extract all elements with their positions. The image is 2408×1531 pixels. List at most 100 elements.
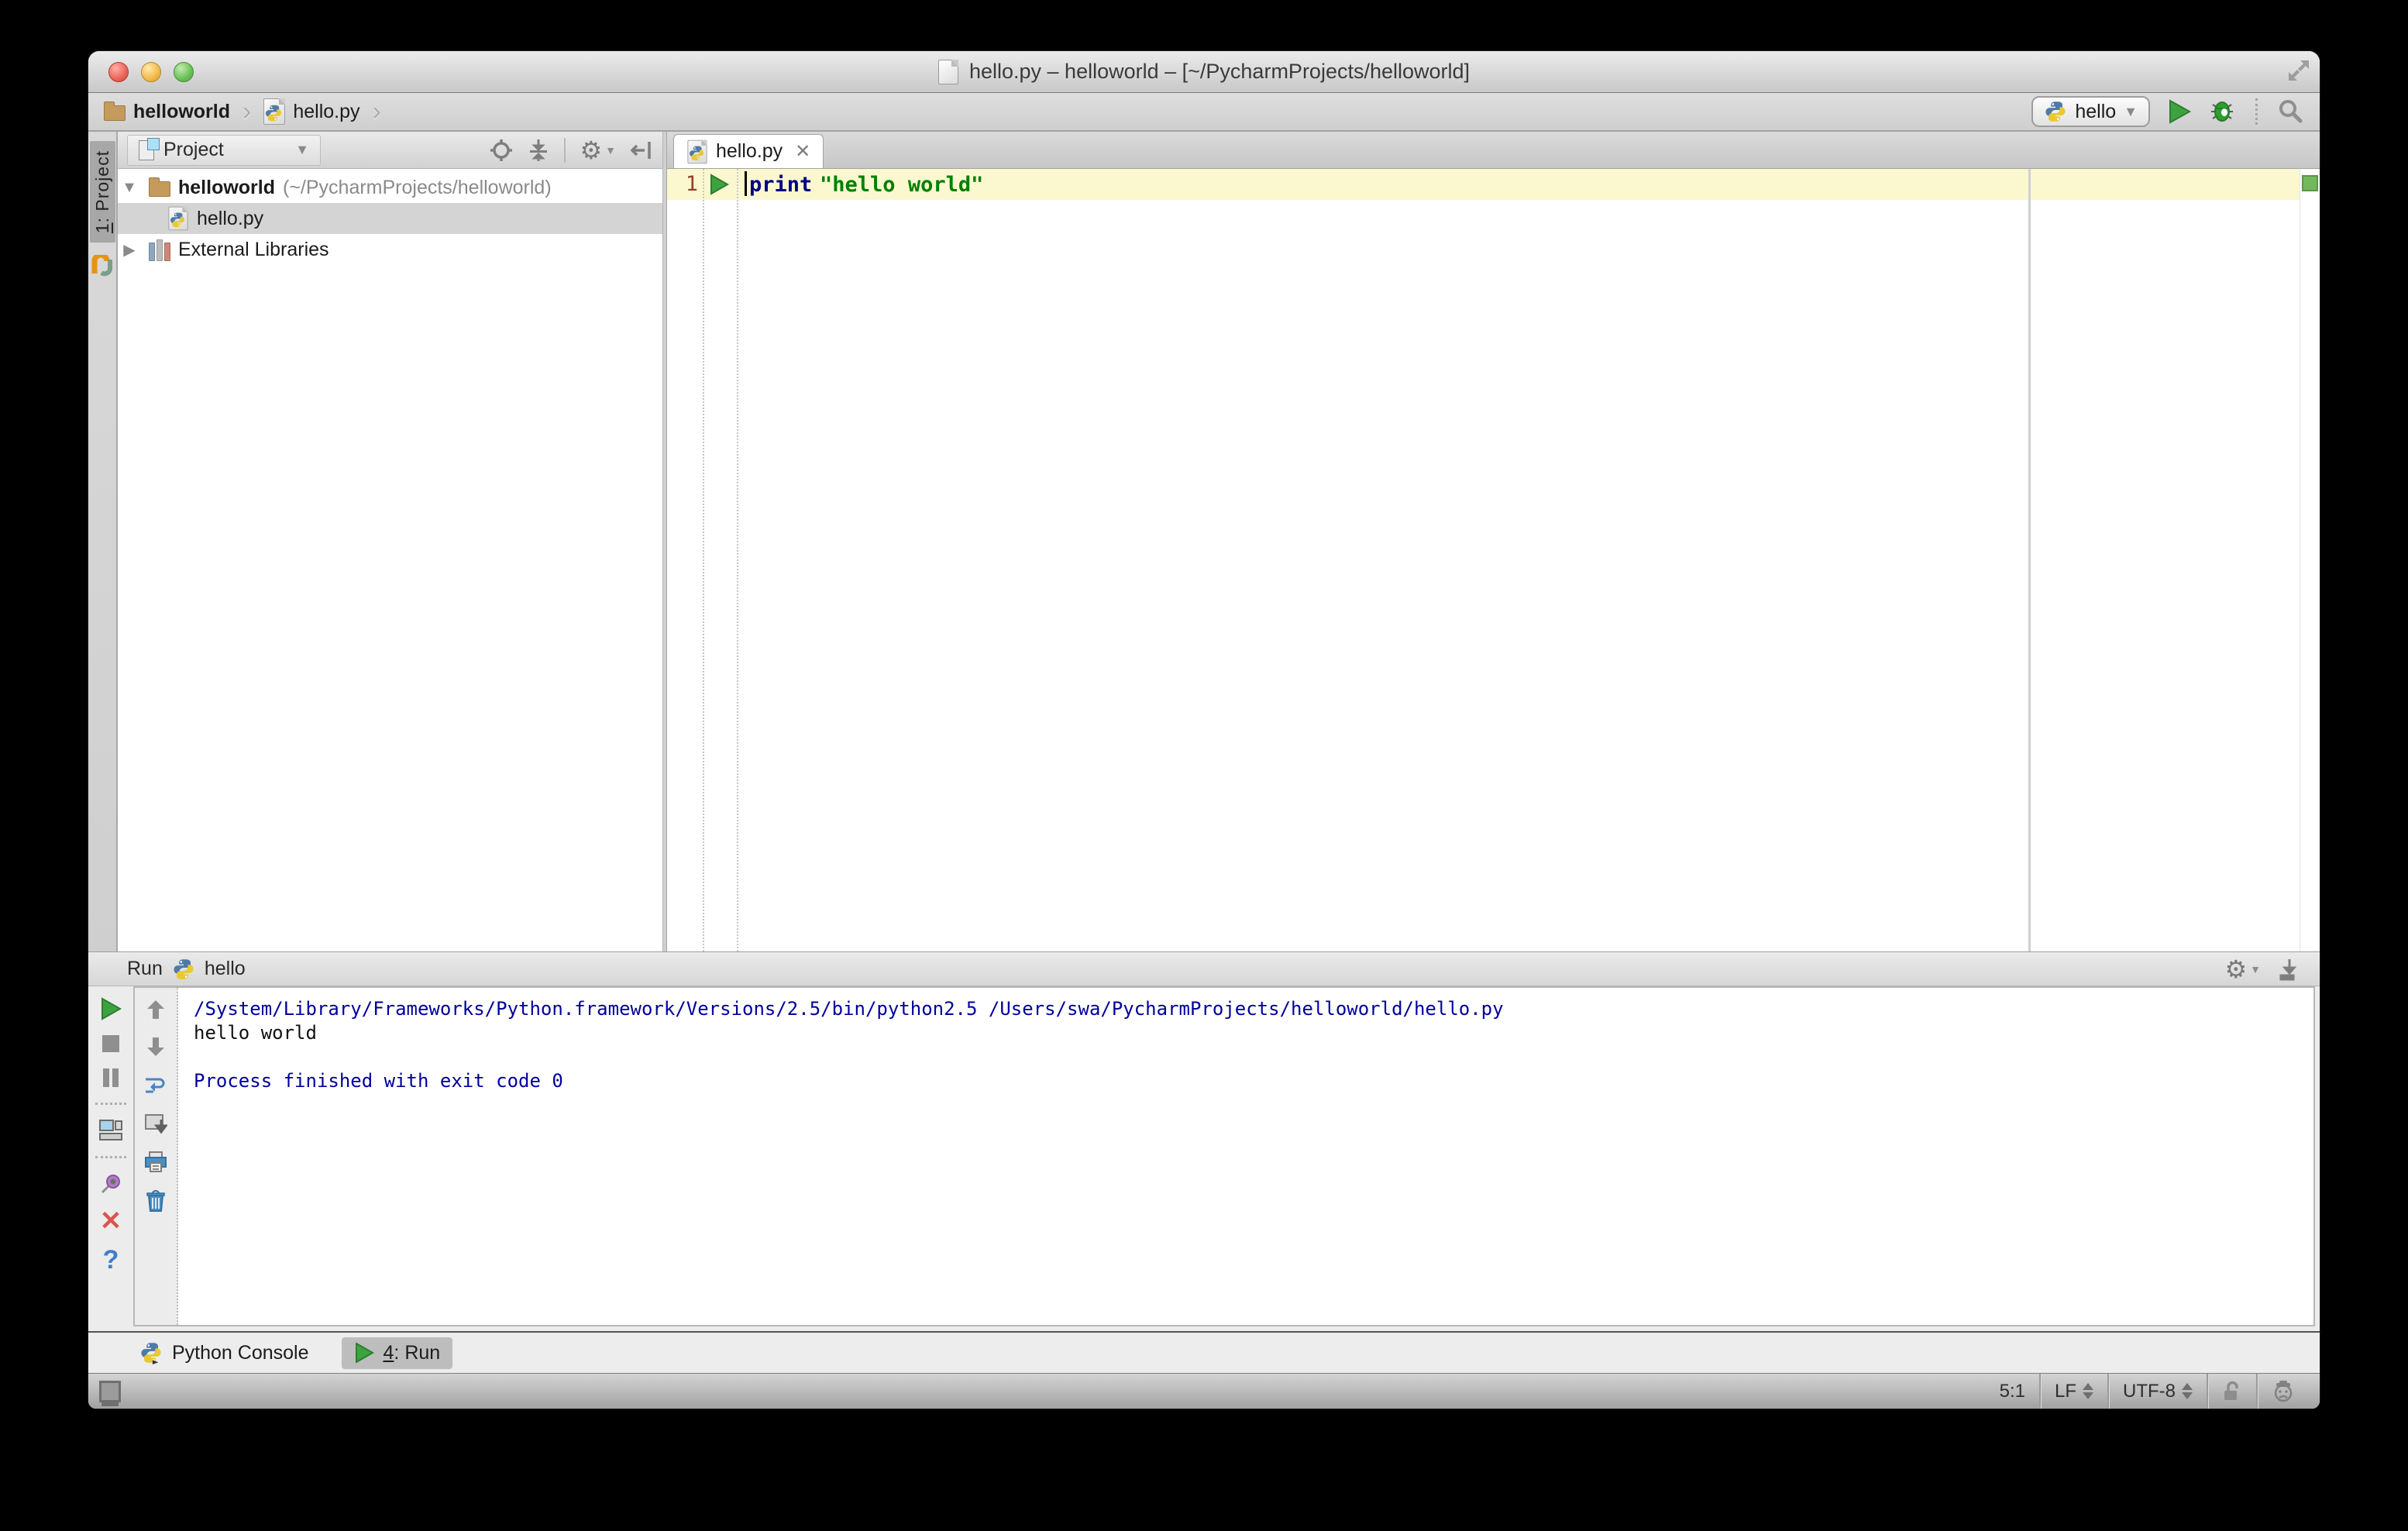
dock-pin-icon[interactable] — [2278, 958, 2301, 981]
tree-libraries-label: External Libraries — [178, 238, 329, 260]
console-frame: /System/Library/Frameworks/Python.framew… — [133, 986, 2315, 1326]
settings-gear-icon[interactable]: ⚙ ▼ — [580, 138, 616, 163]
navigation-bar: helloworld › hello.py › hello ▼ — [88, 93, 2320, 132]
zoom-window-button[interactable] — [174, 62, 194, 82]
python-console-button[interactable]: Python Console — [127, 1337, 322, 1369]
desktop: hello.py – helloworld – [~/PycharmProjec… — [0, 0, 2408, 1531]
project-view-label: Project — [163, 139, 224, 160]
toolbar-separator — [564, 137, 566, 163]
hector-inspections-icon[interactable] — [2256, 1374, 2309, 1409]
help-button[interactable]: ? — [103, 1247, 119, 1273]
close-panel-button[interactable]: ✕ — [100, 1208, 122, 1234]
scroll-to-end-button[interactable] — [144, 1112, 167, 1135]
locate-file-icon[interactable] — [490, 139, 513, 162]
caret-position[interactable]: 5:1 — [1986, 1374, 2039, 1409]
prev-trace-button[interactable] — [146, 999, 166, 1020]
editor-area: hello.py ✕ 1 print "hello world" — [667, 132, 2320, 951]
search-icon[interactable] — [2276, 98, 2304, 126]
run-configuration-select[interactable]: hello ▼ — [2031, 96, 2150, 127]
run-panel-title: Run — [127, 958, 163, 979]
settings-gear-icon[interactable]: ⚙ ▼ — [2224, 957, 2261, 982]
error-stripe[interactable] — [2300, 169, 2320, 951]
tree-root-name: helloworld — [178, 176, 275, 198]
rerun-button[interactable] — [99, 997, 122, 1020]
pause-output-button[interactable] — [101, 1067, 121, 1089]
project-tree: ▼ helloworld (~/PycharmProjects/hellowor… — [118, 169, 662, 951]
chevron-down-icon: ▼ — [2124, 103, 2138, 119]
run-panel-config-name: hello — [204, 958, 246, 979]
lock-icon[interactable] — [2207, 1374, 2256, 1409]
hide-panel-icon[interactable] — [630, 139, 653, 162]
tree-row-file-selected[interactable]: hello.py — [118, 203, 662, 234]
project-view-select[interactable]: Project ▼ — [127, 134, 321, 166]
title-bar[interactable]: hello.py – helloworld – [~/PycharmProjec… — [88, 51, 2320, 93]
run-left-toolbar: ✕ ? — [88, 986, 133, 1331]
resize-grip-icon[interactable] — [2286, 57, 2312, 84]
line-number: 1 — [685, 172, 698, 196]
pin-tab-button[interactable] — [99, 1172, 122, 1196]
encoding-select[interactable]: UTF-8 — [2107, 1374, 2207, 1409]
left-tool-stripe: 1: Project — [88, 132, 118, 951]
folder-icon — [104, 101, 126, 121]
breadcrumb: helloworld › hello.py › — [104, 98, 386, 125]
code-string: "hello world" — [820, 173, 984, 197]
clear-console-button[interactable] — [145, 1189, 167, 1213]
project-panel-header: Project ▼ ⚙ ▼ — [118, 132, 662, 169]
minimize-window-button[interactable] — [141, 62, 161, 82]
editor-tab-hello-py[interactable]: hello.py ✕ — [673, 134, 824, 168]
tree-row-root[interactable]: ▼ helloworld (~/PycharmProjects/hellowor… — [118, 172, 662, 203]
python-file-icon — [168, 206, 188, 231]
tool-window-bar: Python Console 4: Run — [88, 1331, 2320, 1373]
run-configuration-name: hello — [2075, 100, 2117, 122]
toggle-tool-window-stripes-icon[interactable] — [99, 1380, 121, 1402]
stop-button[interactable] — [100, 1033, 122, 1054]
collapse-all-icon[interactable] — [527, 139, 550, 162]
console-output[interactable]: /System/Library/Frameworks/Python.framew… — [178, 988, 2313, 1325]
tree-collapse-icon[interactable]: ▶ — [118, 240, 141, 260]
breadcrumb-file[interactable]: hello.py — [293, 101, 359, 123]
run-icon — [355, 1343, 374, 1363]
soft-wrap-button[interactable] — [144, 1073, 167, 1096]
inspection-ok-marker — [2302, 175, 2318, 191]
code-editor[interactable]: 1 print "hello world" — [667, 169, 2320, 951]
python-file-icon — [687, 139, 707, 163]
close-window-button[interactable] — [108, 62, 129, 82]
tree-root-path: (~/PycharmProjects/helloworld) — [283, 176, 552, 198]
run-panel-content: ✕ ? /System/Library/Frameworks/Python.fr… — [88, 986, 2320, 1331]
print-button[interactable] — [144, 1151, 167, 1174]
pycharm-project-icon — [91, 255, 113, 277]
tab-label: hello.py — [716, 140, 783, 162]
gutter-run-icon[interactable] — [709, 174, 729, 195]
project-view-icon — [139, 137, 160, 160]
tool-window-tab-project[interactable]: 1: Project — [89, 141, 115, 243]
tree-file-name: hello.py — [197, 207, 264, 229]
next-trace-button[interactable] — [146, 1036, 166, 1058]
gutter-separator — [703, 169, 704, 951]
python-console-icon — [141, 1343, 161, 1364]
close-tab-icon[interactable]: ✕ — [795, 140, 810, 163]
traffic-lights — [108, 62, 194, 82]
tree-row-external-libraries[interactable]: ▶ External Libraries — [118, 234, 662, 265]
libraries-icon — [149, 238, 170, 261]
python-icon — [174, 958, 194, 979]
code-line-1: print "hello world" — [745, 171, 983, 197]
sorter-icon — [2182, 1383, 2193, 1399]
run-tool-window: Run hello ⚙ ▼ ✕ ? /System/Library/Framew… — [88, 951, 2320, 1331]
tree-expand-icon[interactable]: ▼ — [118, 179, 141, 197]
breadcrumb-project[interactable]: helloworld — [133, 101, 230, 123]
run-tab-button[interactable]: 4: Run — [341, 1337, 453, 1369]
line-separator-select[interactable]: LF — [2038, 1374, 2107, 1409]
editor-tab-bar: hello.py ✕ — [667, 132, 2320, 169]
document-icon — [937, 59, 958, 84]
debug-button[interactable] — [2207, 98, 2237, 125]
toolbar-separator — [95, 1156, 126, 1158]
gutter-separator — [737, 169, 738, 951]
run-button[interactable] — [2165, 98, 2192, 125]
console-line: Process finished with exit code 0 — [194, 1070, 563, 1092]
chevron-right-icon: › — [243, 97, 252, 126]
project-panel: Project ▼ ⚙ ▼ ▼ helloworld (~/PycharmProj… — [118, 132, 663, 951]
text-caret — [745, 171, 747, 196]
toolbar-separator — [95, 1103, 126, 1105]
restore-layout-button[interactable] — [98, 1119, 123, 1142]
